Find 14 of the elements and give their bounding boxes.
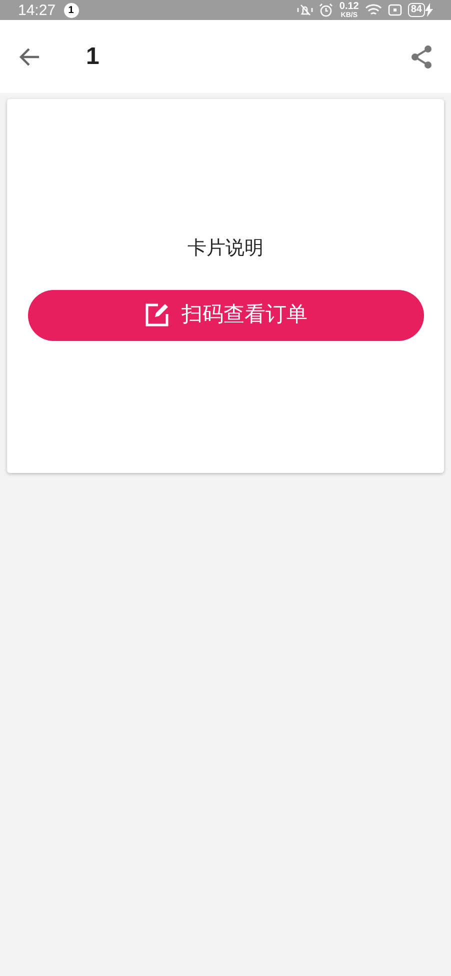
network-speed: 0.12 — [339, 2, 359, 12]
wifi-icon — [364, 4, 382, 16]
mute-icon — [297, 3, 314, 17]
card-description: 卡片说明 — [188, 237, 264, 261]
page-title: 1 — [86, 42, 100, 72]
edit-icon — [144, 302, 170, 328]
share-icon[interactable] — [411, 44, 433, 68]
status-time: 14:27 — [18, 2, 56, 18]
scan-order-button[interactable]: 扫码查看订单 — [28, 290, 424, 340]
alarm-icon — [319, 3, 334, 17]
notification-badge: 1 — [64, 2, 79, 18]
charging-icon — [425, 3, 433, 17]
battery-level: 84 — [408, 3, 425, 17]
screen-icon — [388, 4, 402, 16]
